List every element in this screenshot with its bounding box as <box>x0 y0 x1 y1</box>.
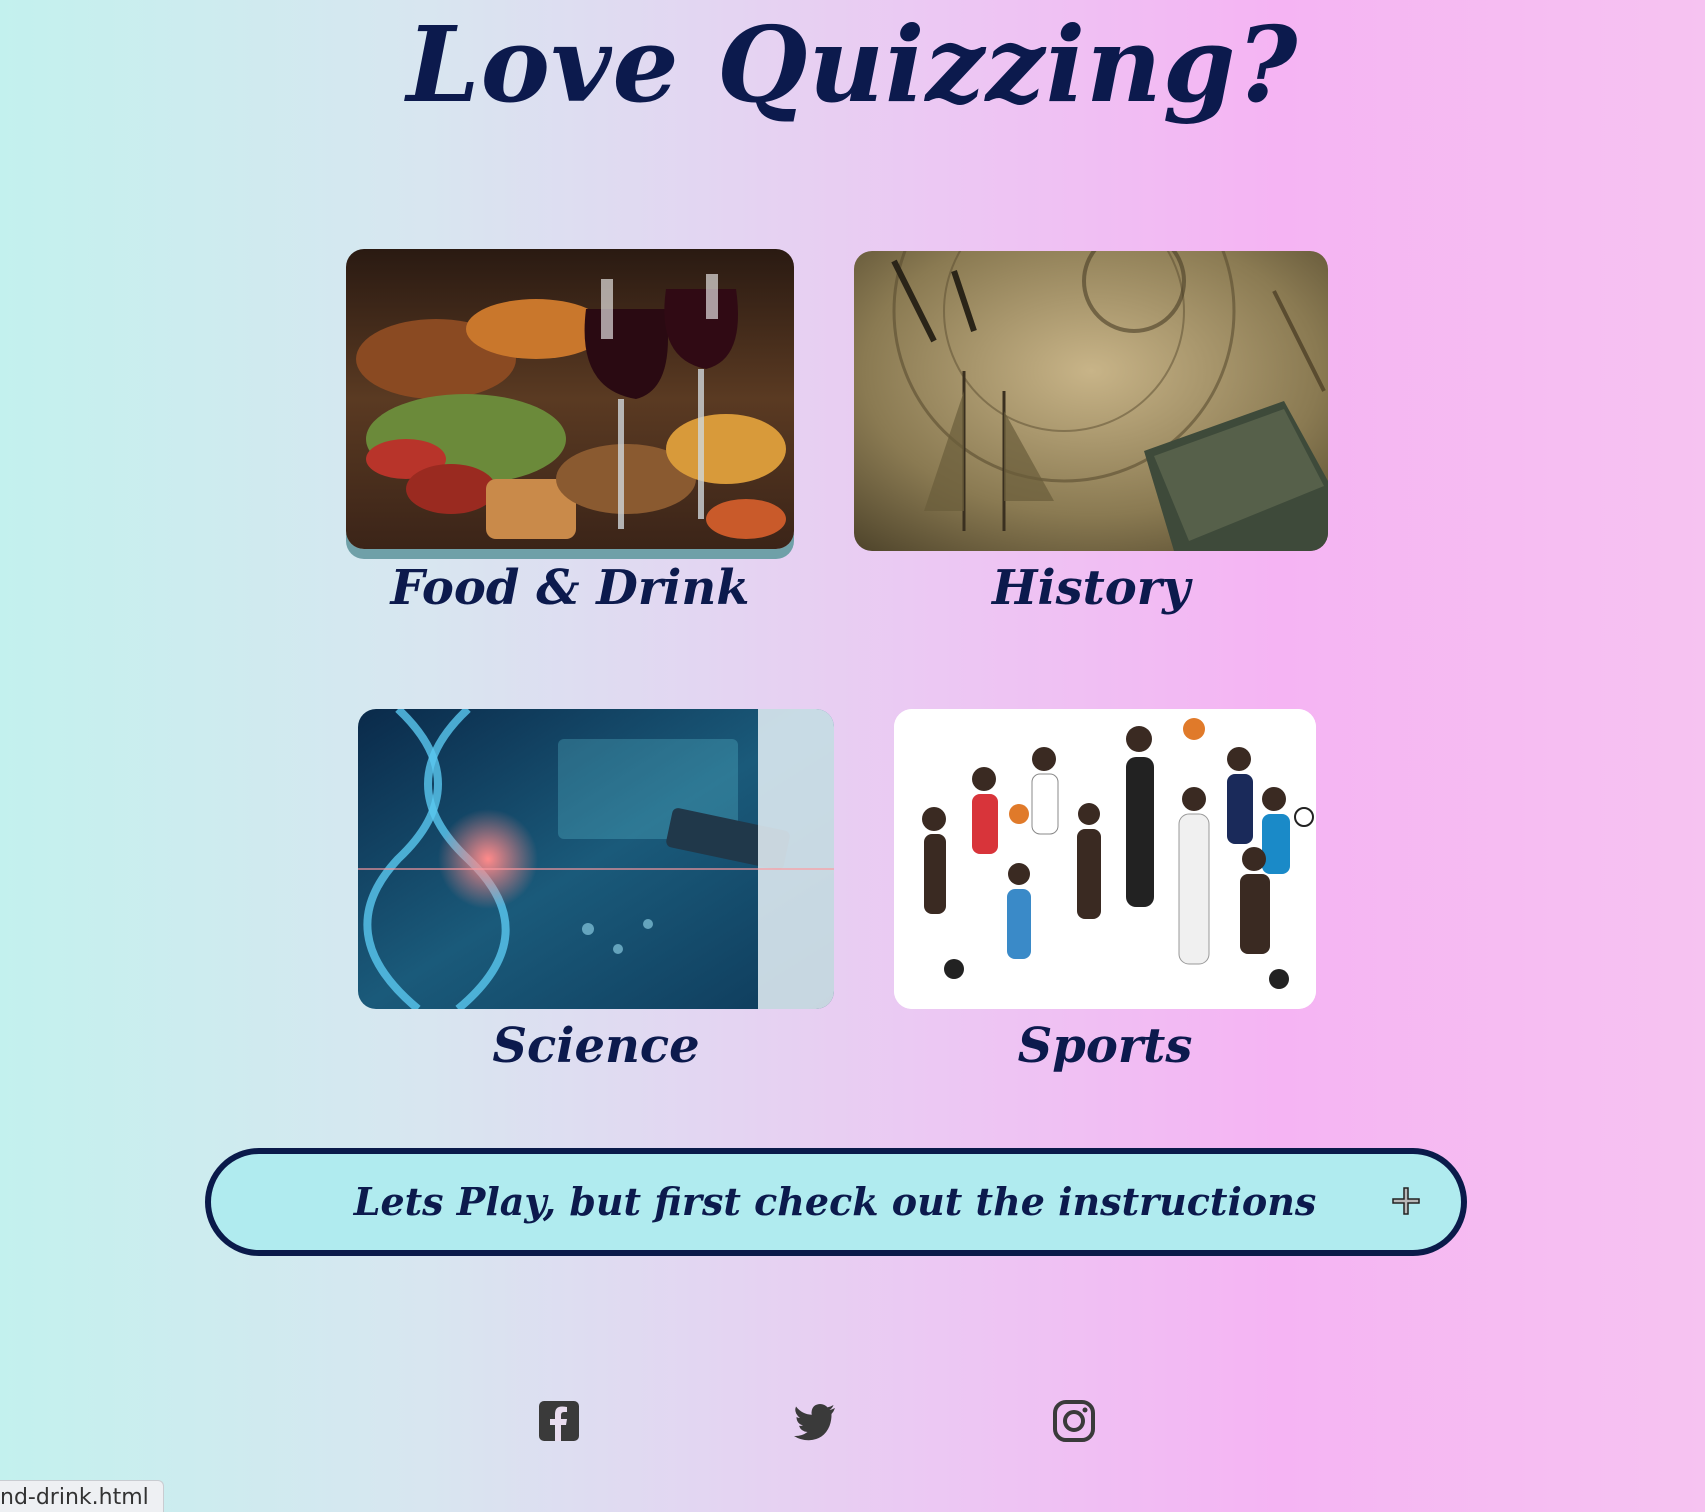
instagram-link[interactable] <box>1051 1398 1097 1444</box>
category-label[interactable]: Food & Drink <box>346 560 794 616</box>
instagram-icon[interactable] <box>1051 1398 1097 1444</box>
instructions-label[interactable]: Lets Play, but first check out the instr… <box>335 1154 1335 1250</box>
status-bar-url: nd-drink.html <box>0 1480 164 1512</box>
instructions-accordion[interactable]: Lets Play, but first check out the instr… <box>205 1148 1467 1256</box>
facebook-icon[interactable] <box>536 1398 582 1444</box>
twitter-link[interactable] <box>792 1398 838 1444</box>
facebook-link[interactable] <box>536 1398 582 1444</box>
twitter-icon[interactable] <box>792 1398 838 1444</box>
history-image[interactable] <box>854 251 1328 551</box>
page-title: Love Quizzing? <box>406 3 1299 126</box>
science-image[interactable] <box>358 709 834 1009</box>
food-drink-image[interactable] <box>346 249 794 549</box>
category-label[interactable]: History <box>854 560 1328 616</box>
sports-image[interactable] <box>894 709 1316 1009</box>
plus-icon[interactable] <box>1391 1186 1421 1216</box>
category-label[interactable]: Science <box>358 1018 834 1074</box>
category-label[interactable]: Sports <box>894 1018 1316 1074</box>
